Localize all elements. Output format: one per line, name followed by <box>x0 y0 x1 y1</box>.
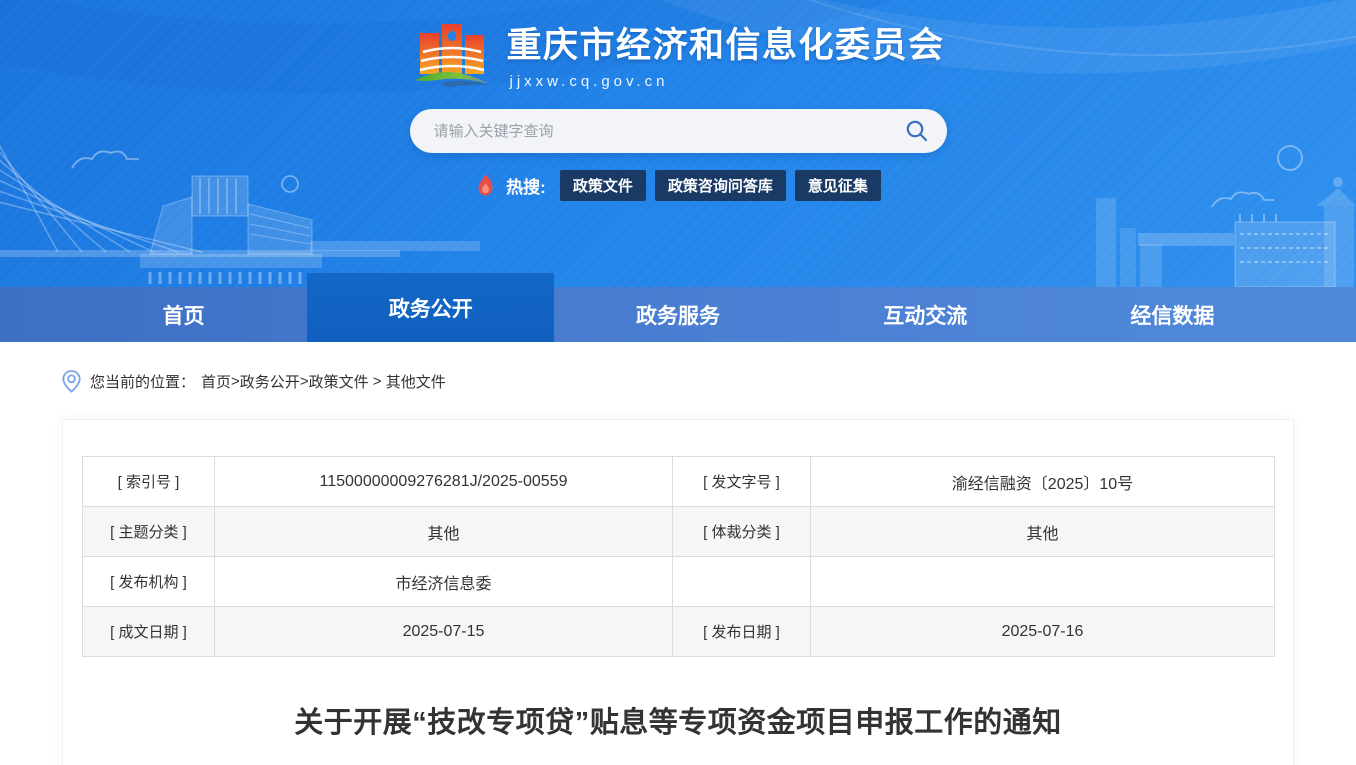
meta-value-written-date: 2025-07-15 <box>214 606 673 657</box>
main-nav: 首页 政务公开 政务服务 互动交流 经信数据 <box>0 273 1356 342</box>
flame-icon <box>478 174 493 196</box>
meta-value-empty <box>810 556 1275 607</box>
breadcrumb-home[interactable]: 首页 <box>201 371 231 392</box>
site-name: 重庆市经济和信息化委员会 <box>506 26 945 65</box>
search-bar <box>409 109 947 153</box>
meta-label: [ 体裁分类 ] <box>672 506 811 557</box>
meta-label: [ 发文字号 ] <box>672 456 811 507</box>
hot-search: 热搜: 政策文件 政策咨询问答库 意见征集 <box>0 170 1356 201</box>
site-url: jjxxw.cq.gov.cn <box>509 73 669 91</box>
breadcrumb-other-files[interactable]: 其他文件 <box>386 371 446 392</box>
meta-value-publish-date: 2025-07-16 <box>810 606 1275 657</box>
breadcrumb-separator: > <box>231 373 240 390</box>
meta-row-dates: [ 成文日期 ] 2025-07-15 [ 发布日期 ] 2025-07-16 <box>82 606 1275 657</box>
hot-tag-policy-files[interactable]: 政策文件 <box>559 170 646 201</box>
hot-search-label: 热搜: <box>506 178 546 197</box>
meta-value-document-number: 渝经信融资〔2025〕10号 <box>810 456 1275 507</box>
meta-row-category: [ 主题分类 ] 其他 [ 体裁分类 ] 其他 <box>82 506 1275 557</box>
search-button[interactable] <box>897 111 937 151</box>
meta-value-genre-category: 其他 <box>810 506 1275 557</box>
meta-row-issuer: [ 发布机构 ] 市经济信息委 <box>82 556 1275 607</box>
logo-icon <box>415 24 490 87</box>
meta-value-issuing-agency: 市经济信息委 <box>214 556 673 607</box>
meta-row-index-number: [ 索引号 ] 11500000009276281J/2025-00559 [ … <box>82 456 1275 507</box>
meta-label: [ 成文日期 ] <box>82 606 215 657</box>
search-icon <box>906 120 927 142</box>
nav-item-interaction[interactable]: 互动交流 <box>802 287 1049 342</box>
location-pin-icon <box>62 370 81 393</box>
document-meta-table: [ 索引号 ] 11500000009276281J/2025-00559 [ … <box>82 456 1275 657</box>
hot-tag-opinion-collection[interactable]: 意见征集 <box>794 170 881 201</box>
nav-item-economic-data[interactable]: 经信数据 <box>1049 287 1296 342</box>
content-card: [ 索引号 ] 11500000009276281J/2025-00559 [ … <box>62 419 1294 765</box>
meta-label: [ 主题分类 ] <box>82 506 215 557</box>
meta-label: [ 发布机构 ] <box>82 556 215 607</box>
page: 重庆市经济和信息化委员会 jjxxw.cq.gov.cn 请输入关键字查询 热搜… <box>0 0 1356 765</box>
meta-value-subject-category: 其他 <box>214 506 673 557</box>
site-banner: 重庆市经济和信息化委员会 jjxxw.cq.gov.cn 请输入关键字查询 热搜… <box>0 0 1356 287</box>
breadcrumb-label: 您当前的位置： <box>90 374 196 391</box>
document-title: 关于开展“技改专项贷”贴息等专项资金项目申报工作的通知 <box>294 707 1062 739</box>
breadcrumb-government-disclosure[interactable]: 政务公开 <box>240 371 300 392</box>
meta-label: [ 索引号 ] <box>82 456 215 507</box>
breadcrumb-policy-files[interactable]: 政策文件 <box>309 371 369 392</box>
search-input[interactable] <box>433 122 897 140</box>
meta-label-empty <box>672 556 811 607</box>
site-logo[interactable]: 重庆市经济和信息化委员会 jjxxw.cq.gov.cn <box>0 0 1356 96</box>
meta-label: [ 发布日期 ] <box>672 606 811 657</box>
hot-tag-policy-qa-library[interactable]: 政策咨询问答库 <box>654 170 786 201</box>
breadcrumb-separator: > <box>368 373 386 390</box>
nav-item-government-services[interactable]: 政务服务 <box>554 287 801 342</box>
brand-text: 重庆市经济和信息化委员会 jjxxw.cq.gov.cn <box>506 14 944 90</box>
meta-value-index-number: 11500000009276281J/2025-00559 <box>214 456 673 507</box>
nav-item-home[interactable]: 首页 <box>60 287 307 342</box>
breadcrumb: 您当前的位置： 首页 > 政务公开 > 政策文件 > 其他文件 <box>62 370 1356 393</box>
breadcrumb-separator: > <box>299 373 309 390</box>
nav-item-government-disclosure[interactable]: 政务公开 <box>307 273 555 342</box>
